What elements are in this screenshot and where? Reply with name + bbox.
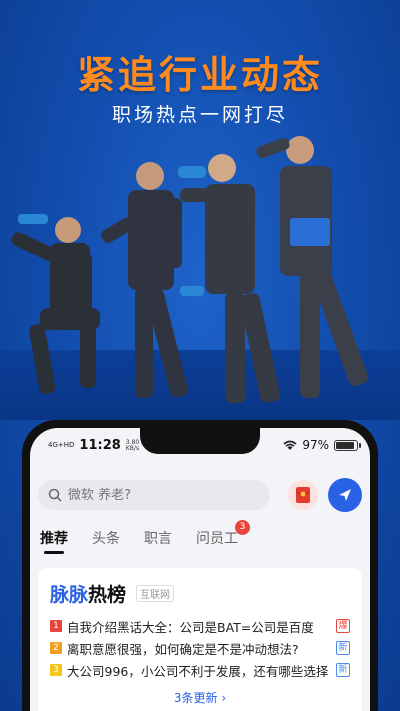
battery-icon (334, 439, 361, 451)
tab-recommend[interactable]: 推荐 (40, 528, 68, 554)
new-flag: 新 (336, 663, 350, 677)
search-input[interactable] (68, 487, 248, 503)
person-kneeling (11, 214, 100, 394)
subheadline: 职场热点一网打尽 (111, 104, 288, 126)
hot-list-items: 1 自我介绍黑话大全：公司是BAT=公司是百度 爆 2 离职意愿很强，如何确定是… (50, 615, 350, 681)
hot-item-text: 离职意愿很强，如何确定是不是冲动想法? (67, 641, 299, 657)
hot-item-text: 自我介绍黑话大全：公司是BAT=公司是百度 (67, 619, 314, 635)
red-packet-icon (295, 487, 311, 503)
phone-mockup: 4G+HD 11:28 3.80 KB/s 97% 微软 养老? 推荐 头条 职… (22, 420, 378, 711)
post-button[interactable] (328, 478, 362, 512)
person-third (178, 154, 281, 403)
feed-tabs: 推荐 头条 职言 问员工 3 (40, 520, 250, 554)
hero-illustration (11, 136, 369, 403)
list-item[interactable]: 1 自我介绍黑话大全：公司是BAT=公司是百度 爆 (50, 615, 350, 637)
hot-list-card: 脉脉 热榜 互联网 1 自我介绍黑话大全：公司是BAT=公司是百度 爆 2 离职… (38, 568, 362, 711)
tab-ask-employees[interactable]: 问员工 3 (196, 520, 250, 554)
network-indicator: 4G+HD (48, 441, 75, 449)
tab-headlines[interactable]: 头条 (92, 528, 120, 554)
rank-badge: 3 (50, 664, 62, 676)
category-tag: 互联网 (136, 585, 175, 602)
more-updates-link[interactable]: 3条更新 › (50, 689, 350, 706)
headline: 紧追行业动态 (76, 53, 323, 97)
new-flag: 新 (336, 641, 350, 655)
list-item[interactable]: 3 大公司996，小公司不利于发展，还有哪些选择 新 (50, 659, 350, 681)
hot-list-title: 脉脉 热榜 互联网 (50, 580, 350, 607)
status-bar: 4G+HD 11:28 3.80 KB/s 97% (30, 436, 370, 456)
notification-badge: 3 (235, 520, 250, 535)
clock: 11:28 (79, 438, 121, 453)
tab-workplace-talk[interactable]: 职言 (144, 528, 172, 554)
rank-badge: 2 (50, 642, 62, 654)
wifi-icon (283, 440, 297, 450)
red-packet-button[interactable] (288, 480, 318, 510)
battery-percent: 97% (302, 438, 329, 452)
battery-fill (336, 441, 355, 449)
search-bar[interactable] (38, 480, 270, 510)
phone-screen: 4G+HD 11:28 3.80 KB/s 97% 微软 养老? 推荐 头条 职… (30, 428, 370, 711)
search-icon (48, 488, 62, 502)
hot-item-text: 大公司996，小公司不利于发展，还有哪些选择 (67, 663, 329, 679)
paper-plane-icon (339, 489, 351, 501)
network-speed: 3.80 KB/s (125, 438, 140, 452)
rank-badge: 1 (50, 620, 62, 632)
hot-flag: 爆 (336, 619, 350, 633)
list-item[interactable]: 2 离职意愿很强，如何确定是不是冲动想法? 新 (50, 637, 350, 659)
